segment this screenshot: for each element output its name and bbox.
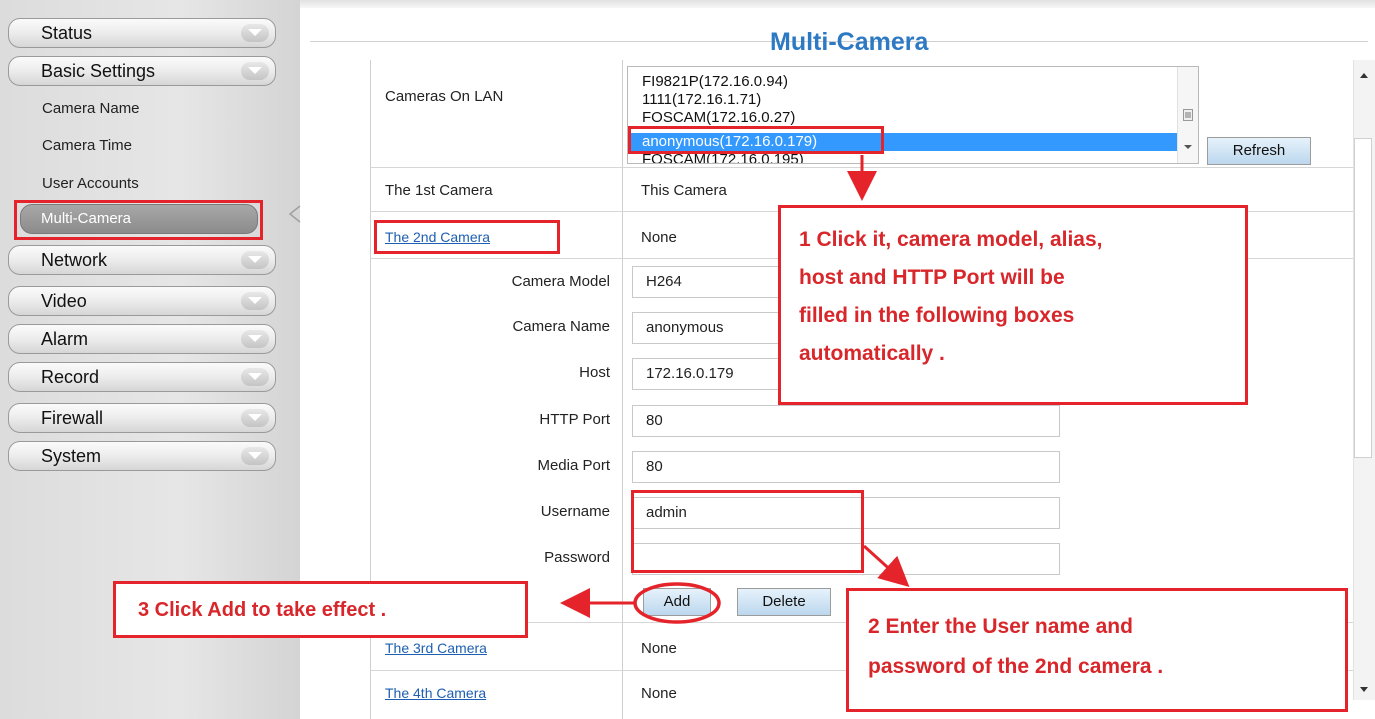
first-camera-value: This Camera <box>641 182 727 199</box>
camera-model-label: Camera Model <box>511 273 610 290</box>
listbox-scrollbar[interactable] <box>1177 67 1198 163</box>
list-item[interactable]: FI9821P(172.16.0.94) <box>642 74 788 90</box>
callout-step-1: 1 Click it, camera model, alias, host an… <box>778 205 1248 405</box>
password-label: Password <box>544 549 610 566</box>
list-item[interactable]: FOSCAM(172.16.0.27) <box>642 110 795 126</box>
highlight-box-multi-camera <box>14 200 263 240</box>
cameras-on-lan-label: Cameras On LAN <box>385 88 504 105</box>
submenu-camera-time[interactable]: Camera Time <box>42 137 132 154</box>
add-button[interactable]: Add <box>643 588 711 616</box>
highlight-box-second-camera <box>374 220 560 254</box>
scroll-grip-icon <box>1183 109 1193 121</box>
menu-label: Alarm <box>41 329 89 349</box>
fourth-camera-link[interactable]: The 4th Camera <box>385 685 486 701</box>
menu-video[interactable]: Video <box>8 286 276 316</box>
second-camera-value: None <box>641 229 677 246</box>
page-scrollbar-thumb[interactable] <box>1354 138 1372 458</box>
callout-line: 1 Click it, camera model, alias, <box>799 228 1103 251</box>
menu-basic-settings[interactable]: Basic Settings <box>8 56 276 86</box>
media-port-field[interactable]: 80 <box>632 451 1060 483</box>
menu-network[interactable]: Network <box>8 245 276 275</box>
chevron-down-icon <box>241 24 269 42</box>
main-top-shade <box>300 0 1375 8</box>
highlight-box-credentials <box>631 490 864 573</box>
callout-line: filled in the following boxes <box>799 304 1075 327</box>
delete-button[interactable]: Delete <box>737 588 831 616</box>
http-port-field[interactable]: 80 <box>632 405 1060 437</box>
chevron-down-icon <box>241 251 269 269</box>
scroll-down-icon[interactable] <box>1183 143 1193 151</box>
media-port-label: Media Port <box>537 457 610 474</box>
callout-line: automatically . <box>799 342 945 365</box>
callout-line: password of the 2nd camera . <box>868 655 1164 678</box>
submenu-user-accounts[interactable]: User Accounts <box>42 175 139 192</box>
callout-line: 2 Enter the User name and <box>868 615 1133 638</box>
menu-firewall[interactable]: Firewall <box>8 403 276 433</box>
chevron-down-icon <box>241 368 269 386</box>
http-port-label: HTTP Port <box>539 411 610 428</box>
active-pointer-icon <box>288 205 301 223</box>
table-column-divider <box>622 60 623 719</box>
menu-label: Network <box>41 250 108 270</box>
callout-step-3: 3 Click Add to take effect . <box>113 581 528 638</box>
page-title: Multi-Camera <box>770 28 929 56</box>
chevron-down-icon <box>241 292 269 310</box>
menu-status[interactable]: Status <box>8 18 276 48</box>
camera-name-label: Camera Name <box>512 318 610 335</box>
menu-label: Status <box>41 23 93 43</box>
menu-label: Video <box>41 291 87 311</box>
menu-system[interactable]: System <box>8 441 276 471</box>
first-camera-label: The 1st Camera <box>385 182 493 199</box>
third-camera-link[interactable]: The 3rd Camera <box>385 640 487 656</box>
menu-label: Record <box>41 367 100 387</box>
username-label: Username <box>540 503 610 520</box>
fourth-camera-value: None <box>641 685 677 702</box>
refresh-button[interactable]: Refresh <box>1207 137 1311 165</box>
chevron-down-icon <box>241 409 269 427</box>
menu-label: Basic Settings <box>41 61 156 81</box>
third-camera-value: None <box>641 640 677 657</box>
submenu-camera-name[interactable]: Camera Name <box>42 100 140 117</box>
chevron-down-icon <box>241 330 269 348</box>
chevron-down-icon <box>241 62 269 80</box>
menu-alarm[interactable]: Alarm <box>8 324 276 354</box>
host-label: Host <box>579 364 610 381</box>
highlight-box-selected-camera <box>628 126 884 154</box>
scroll-up-icon[interactable] <box>1358 70 1370 80</box>
scroll-down-icon[interactable] <box>1358 685 1370 695</box>
row-divider <box>370 167 1353 168</box>
list-item[interactable]: 1111(172.16.1.71) <box>642 92 761 108</box>
callout-line: host and HTTP Port will be <box>799 266 1065 289</box>
menu-record[interactable]: Record <box>8 362 276 392</box>
chevron-down-icon <box>241 447 269 465</box>
callout-step-2: 2 Enter the User name and password of th… <box>846 588 1348 712</box>
menu-label: System <box>41 446 102 466</box>
menu-label: Firewall <box>41 408 104 428</box>
